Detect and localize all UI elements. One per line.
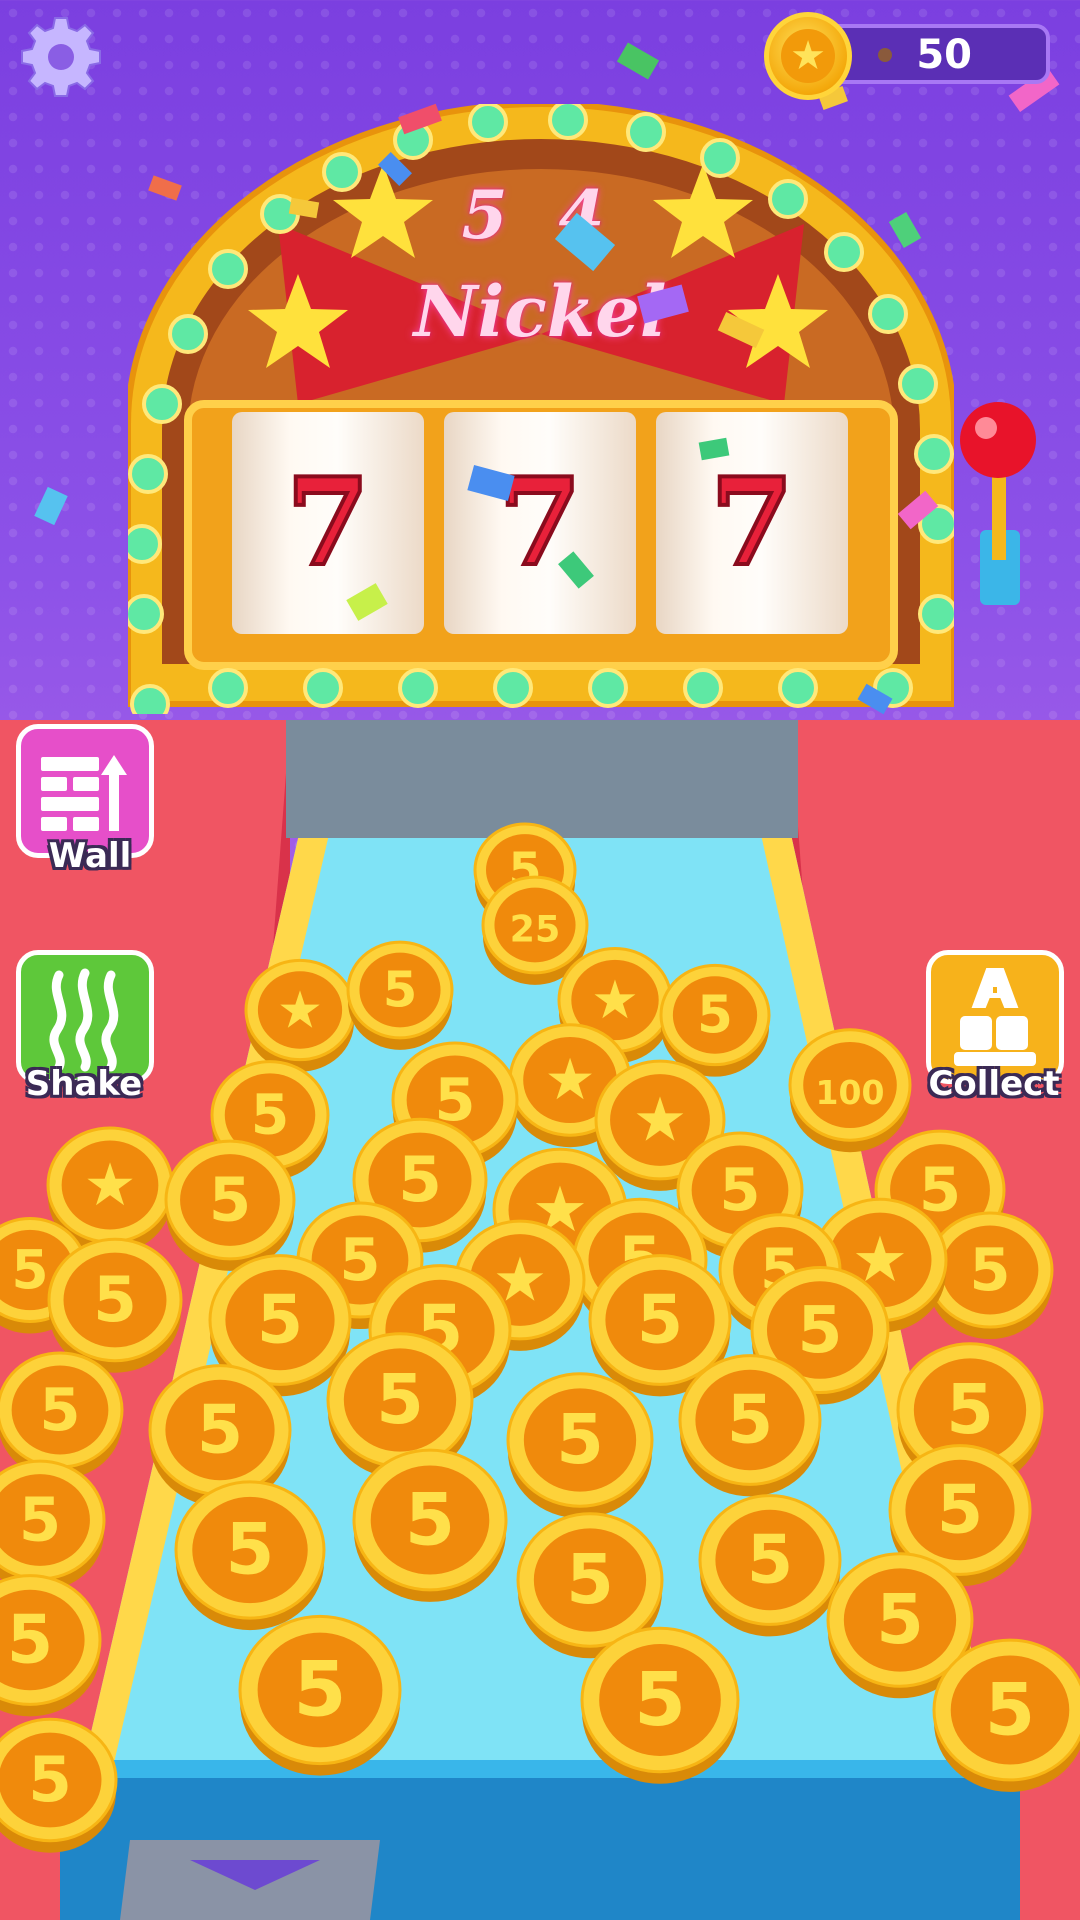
shake-label: Shake [25,1064,143,1104]
coin-value: 5 [294,1645,347,1734]
coin: 5 [0,1351,124,1480]
coin-value: 5 [251,1083,289,1147]
coin: 5 [352,1448,508,1602]
coin-value: 5 [747,1520,793,1598]
coin-value: 5 [376,1361,424,1440]
coin-value: 5 [7,1600,53,1678]
coin-value: 5 [697,985,733,1045]
star-coin-star: ★ [781,29,835,83]
coin-value: 5 [40,1375,81,1444]
coin-value: 5 [876,1581,924,1660]
coin: 5 [926,1211,1054,1340]
wall-up-icon [41,755,127,831]
coin-value: 5 [970,1235,1011,1304]
coin-value: 5 [556,1401,604,1480]
counter-dot [878,48,892,62]
coin-value: ★ [633,1085,688,1155]
coin: 5 [238,1614,402,1776]
coin-value: ★ [544,1047,595,1113]
coin-value: 5 [985,1668,1035,1752]
coin: 5 [580,1626,740,1784]
coin-value: 5 [257,1280,303,1358]
coin-value: 5 [798,1293,843,1368]
coin-value: 5 [11,1239,48,1301]
coin: 100 [788,1028,912,1153]
abc-letters-icon [954,968,1036,1066]
coin: 5 [932,1638,1080,1792]
coin: 5 [0,1459,106,1591]
coin-value: ★ [277,980,323,1040]
coin: 5 [0,1717,118,1853]
coin-value: 5 [93,1263,137,1336]
coin-value: 5 [720,1155,761,1224]
coin-value: 5 [383,961,417,1019]
coin-count: 50 [916,32,972,78]
coin-value: 5 [209,1165,251,1235]
settings-button[interactable] [18,14,104,100]
coin-value: 5 [405,1478,455,1562]
coin-value: 5 [634,1657,686,1743]
coin-pile: 525★5★5100★5★5★55★555★55★555555555555555… [0,822,1080,1853]
coin-value: 5 [937,1470,983,1548]
coin: 5 [698,1494,842,1637]
coin-value: 100 [816,1073,885,1112]
coin-value: 5 [398,1143,442,1216]
coin-value: 5 [946,1371,994,1450]
coin-value: 5 [637,1280,683,1358]
coin-value: 5 [197,1390,243,1468]
coin-value: 5 [226,1509,275,1591]
coin: 5 [346,940,454,1050]
coin-value: ★ [591,969,639,1031]
coin: 5 [678,1354,822,1497]
wall-label: Wall [48,836,132,876]
coin-value: 25 [510,908,561,951]
shake-wave-icon [49,968,119,1072]
coin: 5 [164,1139,296,1271]
coin-value: ★ [84,1150,137,1219]
coin: 5 [506,1372,654,1519]
star-coin-icon: ★ [764,12,852,100]
coin: 5 [659,963,771,1077]
coin-value: 5 [566,1541,614,1620]
coin-value: 5 [28,1743,72,1816]
coin: 5 [174,1480,326,1631]
coin-value: 5 [727,1380,773,1458]
coin: 5 [0,1574,102,1717]
coin-value: 5 [19,1485,61,1555]
collect-label: Collect [928,1064,1060,1104]
coin: ★ [244,958,356,1072]
coin-value: 5 [340,1225,381,1294]
